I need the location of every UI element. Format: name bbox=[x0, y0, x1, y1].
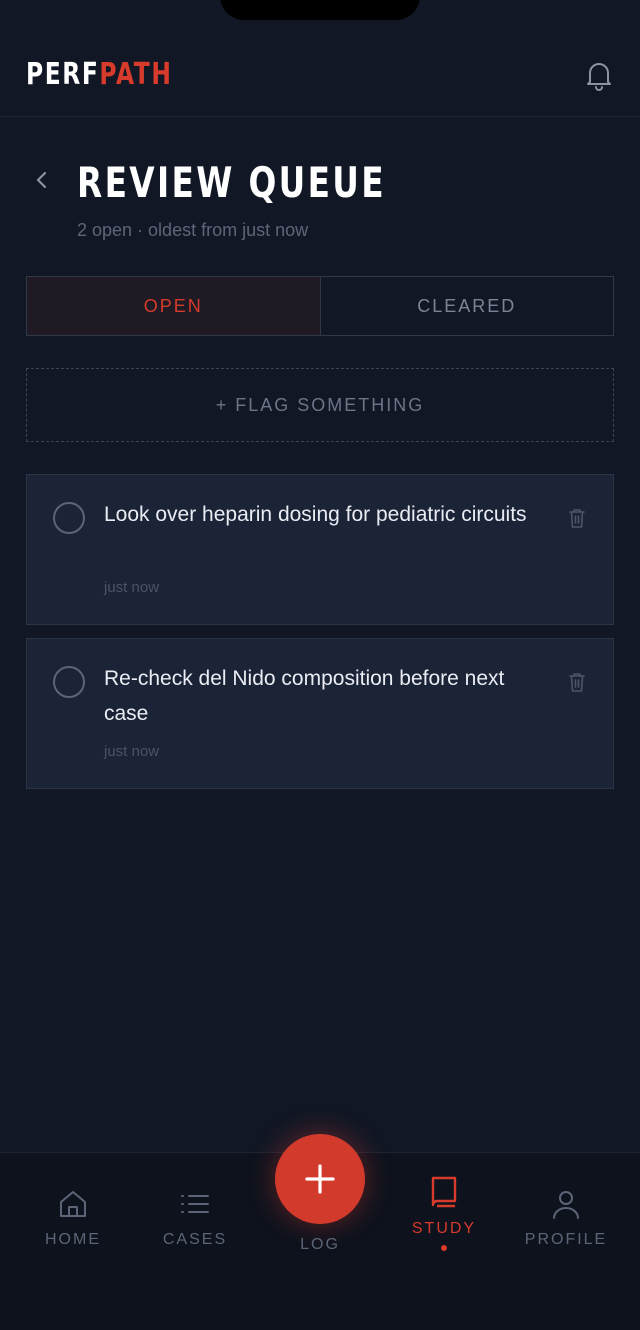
nav-cases-label: CASES bbox=[162, 1231, 228, 1248]
nav-profile-label: PROFILE bbox=[524, 1231, 608, 1248]
user-icon bbox=[553, 1191, 579, 1219]
trash-icon[interactable] bbox=[567, 507, 587, 529]
segmented-tabs: OPEN CLEARED bbox=[26, 276, 614, 336]
logo-part-2: PATH bbox=[99, 57, 173, 92]
logo-part-1: PERF bbox=[26, 57, 100, 92]
tab-cleared[interactable]: CLEARED bbox=[321, 277, 614, 335]
nav-profile[interactable]: PROFILE bbox=[511, 1187, 621, 1249]
nav-study[interactable]: STUDY bbox=[389, 1173, 499, 1251]
tab-open[interactable]: OPEN bbox=[27, 277, 321, 335]
log-fab-button[interactable] bbox=[275, 1134, 365, 1224]
nav-cases[interactable]: CASES bbox=[140, 1187, 250, 1249]
item-timestamp: just now bbox=[104, 743, 160, 760]
item-text: Re-check del Nido composition before nex… bbox=[104, 667, 505, 725]
nav-home[interactable]: HOME bbox=[18, 1187, 128, 1249]
list-item: Look over heparin dosing for pediatric c… bbox=[26, 474, 614, 625]
item-text: Look over heparin dosing for pediatric c… bbox=[104, 503, 527, 526]
home-icon bbox=[60, 1191, 86, 1217]
bell-icon[interactable] bbox=[582, 58, 616, 92]
checkbox-circle[interactable] bbox=[53, 502, 85, 534]
page-subtitle: 2 open · oldest from just now bbox=[77, 220, 309, 240]
list-item: Re-check del Nido composition before nex… bbox=[26, 638, 614, 789]
page-title: REVIEW QUEUE bbox=[77, 158, 386, 207]
active-indicator-dot bbox=[441, 1245, 447, 1251]
plus-icon bbox=[305, 1164, 335, 1194]
nav-log-label: LOG bbox=[300, 1236, 340, 1253]
app-logo: PERFPATH bbox=[26, 56, 172, 94]
nav-home-label: HOME bbox=[45, 1231, 101, 1248]
flag-something-button[interactable]: + FLAG SOMETHING bbox=[26, 368, 614, 442]
list-icon bbox=[181, 1195, 209, 1213]
nav-study-label: STUDY bbox=[411, 1220, 477, 1237]
checkbox-circle[interactable] bbox=[53, 666, 85, 698]
book-icon bbox=[431, 1176, 457, 1208]
chevron-left-icon[interactable] bbox=[28, 166, 56, 194]
trash-icon[interactable] bbox=[567, 671, 587, 693]
item-timestamp: just now bbox=[104, 579, 160, 596]
app-header: PERFPATH bbox=[0, 0, 640, 117]
